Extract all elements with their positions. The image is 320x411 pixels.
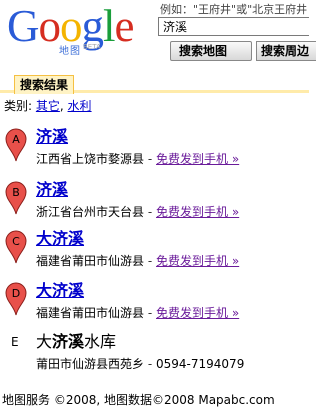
send-to-phone-link[interactable]: 免费发到手机 » bbox=[156, 205, 239, 219]
result-title-link[interactable]: 大济溪 bbox=[36, 230, 84, 248]
map-marker-icon[interactable]: B bbox=[5, 181, 27, 215]
result-title-link[interactable]: 济溪 bbox=[36, 128, 68, 146]
result-address: 福建省莆田市仙游县 bbox=[36, 254, 145, 268]
send-to-phone-link[interactable]: 免费发到手机 » bbox=[156, 152, 239, 166]
result-separator: - bbox=[147, 254, 153, 268]
category-separator: , bbox=[59, 99, 64, 113]
logo-beta-badge: BETA bbox=[83, 43, 101, 51]
map-marker-icon[interactable]: C bbox=[5, 230, 27, 264]
map-marker-icon[interactable]: A bbox=[5, 128, 27, 162]
search-hint: 例如："王府井"或"北京王府井 bbox=[160, 3, 308, 16]
marker-letter: B bbox=[12, 186, 20, 199]
result-address: 福建省莆田市仙游县 bbox=[36, 306, 145, 320]
result-separator: - bbox=[147, 152, 153, 166]
marker-letter: D bbox=[12, 287, 20, 300]
category-link-water[interactable]: 水利 bbox=[68, 99, 92, 113]
footer-copyright: 地图服务 ©2008, 地图数据©2008 Mapabc.com bbox=[2, 393, 275, 407]
result-separator: - bbox=[147, 357, 153, 371]
category-filter: 类别: 其它, 水利 bbox=[4, 97, 92, 114]
send-to-phone-link[interactable]: 免费发到手机 » bbox=[156, 306, 239, 320]
result-address: 江西省上饶市婺源县 bbox=[36, 152, 145, 166]
result-title: 大济溪水库 bbox=[36, 333, 116, 351]
search-nearby-button[interactable]: 搜索周边 bbox=[256, 41, 316, 61]
result-separator: - bbox=[147, 205, 153, 219]
result-title-link[interactable]: 济溪 bbox=[36, 181, 68, 199]
result-address: 浙江省台州市天台县 bbox=[36, 205, 145, 219]
result-separator: - bbox=[147, 306, 153, 320]
send-to-phone-link[interactable]: 免费发到手机 » bbox=[156, 254, 239, 268]
logo-subtitle: 地图 bbox=[59, 46, 81, 57]
google-maps-logo[interactable]: Google 地图 BETA bbox=[7, 2, 157, 57]
result-title-match: 济溪 bbox=[52, 332, 85, 351]
category-label: 类别: bbox=[4, 99, 33, 113]
tab-search-results[interactable]: 搜索结果 bbox=[14, 75, 75, 94]
result-marker-label: E bbox=[11, 335, 19, 349]
result-address: 莆田市仙游县西苑乡 bbox=[36, 357, 145, 371]
category-link-other[interactable]: 其它 bbox=[36, 99, 60, 113]
result-phone: 0594-7194079 bbox=[156, 357, 245, 371]
marker-letter: A bbox=[12, 133, 20, 146]
result-title-prefix: 大 bbox=[36, 332, 53, 351]
map-marker-icon[interactable]: D bbox=[5, 282, 27, 316]
marker-letter: C bbox=[12, 235, 20, 248]
search-map-button[interactable]: 搜索地图 bbox=[170, 41, 252, 61]
search-input[interactable] bbox=[158, 17, 309, 36]
result-title-link[interactable]: 大济溪 bbox=[36, 282, 84, 300]
result-title-suffix: 水库 bbox=[84, 332, 117, 351]
